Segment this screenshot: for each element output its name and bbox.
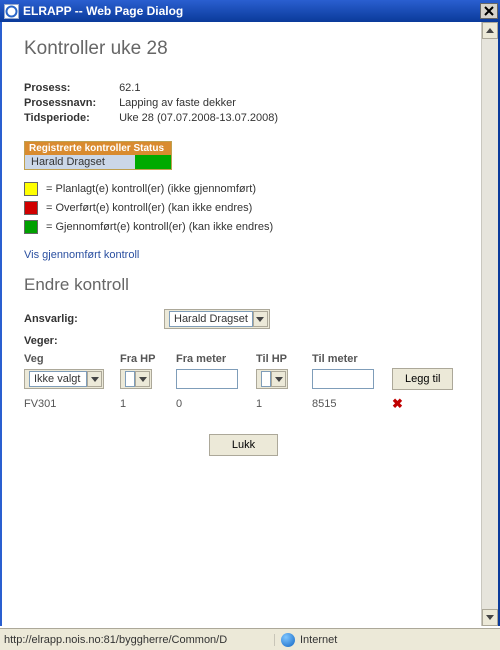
ansvarlig-select[interactable]: Harald Dragset [164, 309, 270, 329]
row-tilhp: 1 [256, 398, 308, 410]
col-veg: Veg [24, 353, 116, 365]
swatch-red [24, 201, 38, 215]
window-close-button[interactable] [480, 3, 498, 19]
veger-label: Veger: [24, 335, 164, 347]
tilmeter-input[interactable] [312, 369, 374, 389]
row-ansvarlig: Ansvarlig: Harald Dragset [24, 309, 463, 329]
legend-yellow-text: = Planlagt(e) kontroll(er) (ikke gjennom… [46, 183, 256, 195]
tidsperiode-label: Tidsperiode: [24, 112, 116, 124]
frahp-select-value [125, 371, 135, 387]
col-tilhp: Til HP [256, 353, 308, 365]
veg-select[interactable]: Ikke valgt [24, 369, 104, 389]
legend: = Planlagt(e) kontroll(er) (ikke gjennom… [24, 182, 463, 234]
scroll-up-button[interactable] [482, 22, 498, 39]
frameter-input[interactable] [176, 369, 238, 389]
legend-green-text: = Gjennomført(e) kontroll(er) (kan ikke … [46, 221, 273, 233]
globe-icon [281, 633, 295, 647]
prosess-label: Prosess: [24, 82, 116, 94]
tilhp-select[interactable] [256, 369, 288, 389]
col-frahp: Fra HP [120, 353, 172, 365]
link-show-completed[interactable]: Vis gjennomført kontroll [24, 249, 139, 261]
info-prosessnavn: Prosessnavn: Lapping av faste dekker [24, 97, 463, 109]
swatch-yellow [24, 182, 38, 196]
veger-header-row: Veg Fra HP Fra meter Til HP Til meter [24, 353, 463, 365]
dialog-content: Kontroller uke 28 Prosess: 62.1 Prosessn… [2, 22, 481, 626]
veger-data-row: FV301 1 0 1 8515 ✖ [24, 396, 463, 412]
swatch-green [24, 220, 38, 234]
status-box: Registrerte kontroller Status Harald Dra… [24, 141, 172, 170]
row-tilmeter: 8515 [312, 398, 388, 410]
legend-red-text: = Overført(e) kontroll(er) (kan ikke end… [46, 202, 252, 214]
status-name: Harald Dragset [25, 155, 135, 169]
tilhp-select-value [261, 371, 271, 387]
close-button[interactable]: Lukk [209, 434, 278, 456]
dropdown-icon [253, 311, 268, 327]
statusbar-zone: Internet [275, 633, 500, 647]
dropdown-icon [271, 371, 286, 387]
status-header: Registrerte kontroller Status [25, 142, 171, 155]
add-button[interactable]: Legg til [392, 368, 453, 390]
window-titlebar: ELRAPP -- Web Page Dialog [0, 0, 500, 22]
status-bar: http://elrapp.nois.no:81/byggherre/Commo… [0, 628, 500, 650]
page-heading: Kontroller uke 28 [24, 38, 463, 60]
info-tidsperiode: Tidsperiode: Uke 28 (07.07.2008-13.07.20… [24, 112, 463, 124]
row-veg: FV301 [24, 398, 116, 410]
col-add [392, 353, 456, 365]
dropdown-icon [135, 371, 150, 387]
edit-heading: Endre kontroll [24, 275, 463, 295]
col-tilmeter: Til meter [312, 353, 388, 365]
scroll-down-button[interactable] [482, 609, 498, 626]
dropdown-icon [87, 371, 102, 387]
tidsperiode-value: Uke 28 (07.07.2008-13.07.2008) [119, 112, 278, 124]
ansvarlig-label: Ansvarlig: [24, 313, 164, 325]
ie-icon [4, 4, 19, 19]
vertical-scrollbar[interactable] [481, 22, 498, 626]
row-frameter: 0 [176, 398, 252, 410]
chevron-down-icon [486, 615, 494, 620]
status-indicator-green [135, 155, 171, 169]
col-frameter: Fra meter [176, 353, 252, 365]
prosess-value: 62.1 [119, 82, 140, 94]
zone-text: Internet [300, 634, 337, 646]
veger-input-row: Ikke valgt [24, 368, 463, 390]
info-prosess: Prosess: 62.1 [24, 82, 463, 94]
row-veger-label: Veger: [24, 335, 463, 347]
prosessnavn-label: Prosessnavn: [24, 97, 116, 109]
delete-row-icon[interactable]: ✖ [392, 396, 403, 412]
window-title: ELRAPP -- Web Page Dialog [23, 4, 480, 18]
prosessnavn-value: Lapping av faste dekker [119, 97, 236, 109]
close-icon [484, 6, 494, 16]
row-frahp: 1 [120, 398, 172, 410]
veg-select-value: Ikke valgt [29, 371, 87, 387]
statusbar-url: http://elrapp.nois.no:81/byggherre/Commo… [0, 634, 275, 646]
frahp-select[interactable] [120, 369, 152, 389]
chevron-up-icon [486, 28, 494, 33]
ansvarlig-value: Harald Dragset [169, 311, 253, 327]
